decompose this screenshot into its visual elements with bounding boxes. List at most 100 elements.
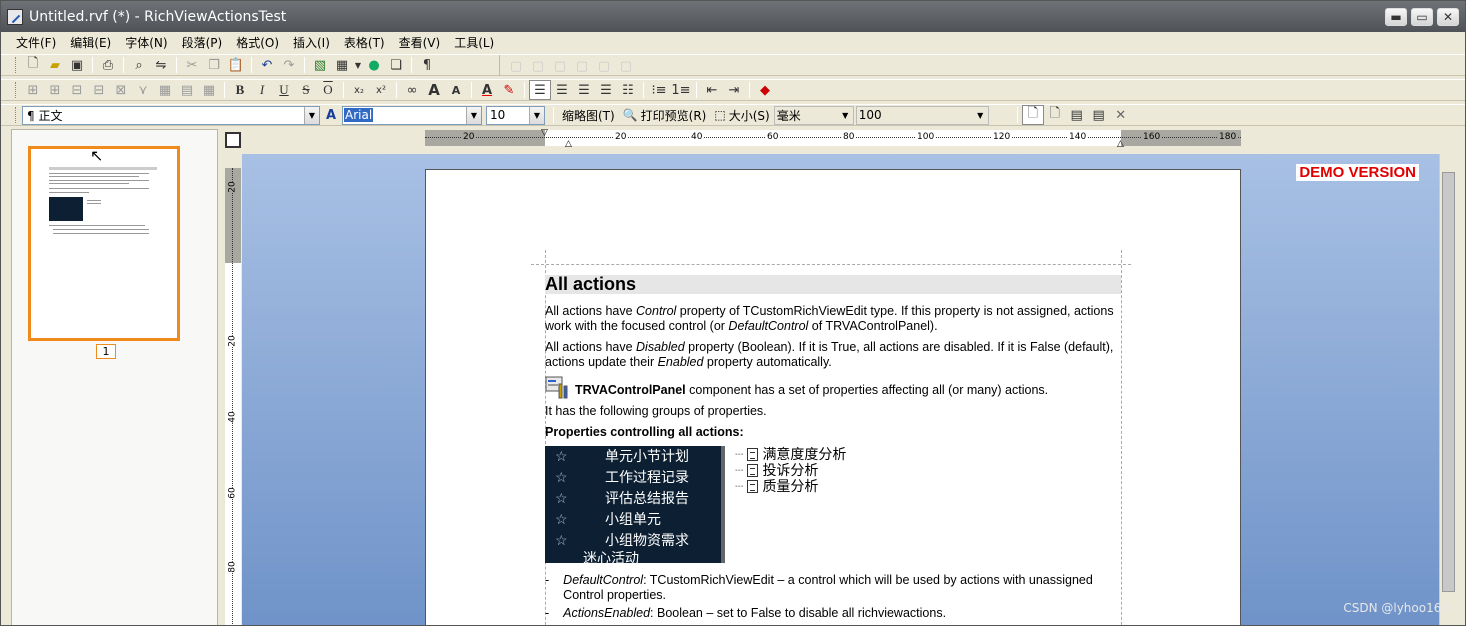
indent-marker-icon[interactable]: △: [1117, 139, 1124, 149]
grow-font-icon[interactable]: A: [423, 80, 445, 100]
font-name-select[interactable]: Arial ▼: [342, 105, 482, 125]
shrink-font-icon[interactable]: A: [445, 80, 467, 100]
print-icon[interactable]: ⎙: [97, 55, 119, 75]
close-preview-icon[interactable]: ✕: [1110, 105, 1132, 125]
numbering-icon[interactable]: 1≡: [670, 80, 692, 100]
maximize-button[interactable]: ▭: [1411, 7, 1433, 26]
new-file-icon[interactable]: 🗋: [22, 55, 44, 75]
open-folder-icon[interactable]: ▰: [44, 55, 66, 75]
font-style-icon[interactable]: A: [320, 105, 342, 125]
strikethrough-icon[interactable]: S: [295, 80, 317, 100]
menu-table[interactable]: 表格(T): [337, 34, 392, 51]
chevron-down-icon[interactable]: ▼: [466, 106, 481, 124]
indent-marker-icon[interactable]: ▽: [541, 128, 548, 138]
paragraph-style-select[interactable]: ¶ 正文 ▼: [22, 105, 320, 125]
list-item[interactable]: ☆ 小组单元: [545, 509, 721, 530]
align-left-icon[interactable]: ☰: [529, 80, 551, 100]
subscript-icon[interactable]: x₂: [348, 80, 370, 100]
list-item[interactable]: ☆ 评估总结报告: [545, 488, 721, 509]
document-viewport[interactable]: DEMO VERSION All actions All actions hav…: [242, 154, 1441, 625]
list-item[interactable]: ☆ 小组物资需求: [545, 530, 721, 551]
insert-table-icon[interactable]: ▦: [331, 55, 353, 75]
align-justify-icon[interactable]: ☰: [595, 80, 617, 100]
print-preview-button[interactable]: 🔍 打印预览(R): [619, 107, 711, 124]
underline-icon[interactable]: U: [273, 80, 295, 100]
menu-edit[interactable]: 编辑(E): [63, 34, 118, 51]
fill-color-icon[interactable]: ◆: [754, 80, 776, 100]
table-filter-icon[interactable]: ⋎: [132, 80, 154, 100]
tab-type-button[interactable]: [225, 132, 241, 148]
menu-file[interactable]: 文件(F): [9, 34, 63, 51]
horizontal-ruler[interactable]: 20 20 40 60 80 100 120 140 160 180 ▽ △ △: [425, 128, 1241, 149]
tree-item[interactable]: ┄ 投诉分析: [735, 462, 846, 478]
menu-view[interactable]: 查看(V): [392, 34, 448, 51]
tree-view[interactable]: ┄ 满意度度分析 ┄ 投诉分析 ┄ 质量分析: [735, 446, 846, 563]
menu-tools[interactable]: 工具(L): [447, 34, 501, 51]
save-icon[interactable]: ▣: [66, 55, 88, 75]
chevron-down-icon[interactable]: ▼: [973, 107, 988, 124]
vertical-ruler[interactable]: 20 20 40 60 80: [225, 168, 241, 625]
page-thumbnail[interactable]: [28, 146, 180, 341]
chevron-down-icon[interactable]: ▼: [353, 55, 363, 75]
menu-format[interactable]: 格式(O): [229, 34, 286, 51]
document-content[interactable]: All actions All actions have Control pro…: [545, 275, 1121, 621]
table-split-icon[interactable]: ⊟: [88, 80, 110, 100]
scrollbar-thumb[interactable]: [1442, 172, 1455, 592]
undo-icon[interactable]: ↶: [256, 55, 278, 75]
font-color-icon[interactable]: A: [476, 80, 498, 100]
indent-marker-icon[interactable]: △: [565, 139, 572, 149]
table-insert-col-icon[interactable]: ⊞: [44, 80, 66, 100]
table-grid-icon[interactable]: ▦: [154, 80, 176, 100]
replace-icon[interactable]: ⇋: [150, 55, 172, 75]
insert-file-icon[interactable]: ❏: [385, 55, 407, 75]
list-item[interactable]: 迷心活动: [545, 551, 721, 563]
menu-font[interactable]: 字体(N): [118, 34, 174, 51]
table-merge-icon[interactable]: ⊟: [66, 80, 88, 100]
font-size-select[interactable]: 10 ▼: [486, 105, 545, 125]
page-size-button[interactable]: ⬚ 大小(S): [710, 107, 773, 124]
minimize-button[interactable]: ▬: [1385, 7, 1407, 26]
tree-item[interactable]: ┄ 质量分析: [735, 478, 846, 494]
list-item[interactable]: ☆ 单元小节计划: [545, 446, 721, 467]
highlight-icon[interactable]: ✎: [498, 80, 520, 100]
page-view-icon[interactable]: 🗋: [1021, 105, 1044, 125]
decrease-indent-icon[interactable]: ⇤: [701, 80, 723, 100]
copy-icon[interactable]: ❐: [203, 55, 225, 75]
table-props-icon[interactable]: ▤: [176, 80, 198, 100]
table-insert-row-icon[interactable]: ⊞: [22, 80, 44, 100]
footer-icon[interactable]: ▤: [1088, 105, 1110, 125]
redo-icon[interactable]: ↷: [278, 55, 300, 75]
chevron-down-icon[interactable]: ▼: [529, 106, 544, 124]
show-special-chars-icon[interactable]: ¶: [416, 55, 438, 75]
align-distribute-icon[interactable]: ☷: [617, 80, 639, 100]
insert-picture-icon[interactable]: ▧: [309, 55, 331, 75]
tree-item[interactable]: ┄ 满意度度分析: [735, 446, 846, 462]
menu-insert[interactable]: 插入(I): [286, 34, 337, 51]
find-icon[interactable]: ⌕: [128, 55, 150, 75]
align-center-icon[interactable]: ☰: [551, 80, 573, 100]
table-cells-icon[interactable]: ▦: [198, 80, 220, 100]
chevron-down-icon[interactable]: ▼: [838, 107, 853, 124]
thumbnails-button[interactable]: 缩略图(T): [558, 107, 619, 124]
superscript-icon[interactable]: x²: [370, 80, 392, 100]
dark-list[interactable]: ☆ 单元小节计划 ☆ 工作过程记录 ☆ 评估总结报告 ☆ 小组单元 ☆ 小组物资需求 迷心…: [545, 446, 725, 563]
table-delete-icon[interactable]: ⊠: [110, 80, 132, 100]
increase-indent-icon[interactable]: ⇥: [723, 80, 745, 100]
bold-icon[interactable]: B: [229, 80, 251, 100]
align-right-icon[interactable]: ☰: [573, 80, 595, 100]
close-button[interactable]: ✕: [1437, 7, 1459, 26]
overline-icon[interactable]: O: [317, 80, 339, 100]
italic-icon[interactable]: I: [251, 80, 273, 100]
cut-icon[interactable]: ✂: [181, 55, 203, 75]
unit-select[interactable]: 毫米 ▼: [773, 105, 854, 125]
zoom-select[interactable]: 100 ▼: [855, 105, 989, 125]
paste-icon[interactable]: 📋: [225, 55, 247, 75]
page-width-icon[interactable]: 🗋: [1044, 105, 1066, 125]
menu-paragraph[interactable]: 段落(P): [175, 34, 230, 51]
vertical-scrollbar[interactable]: [1439, 154, 1457, 625]
hide-text-icon[interactable]: ∞: [401, 80, 423, 100]
chevron-down-icon[interactable]: ▼: [304, 106, 319, 124]
hyperlink-icon[interactable]: ●: [363, 55, 385, 75]
header-icon[interactable]: ▤: [1066, 105, 1088, 125]
list-item[interactable]: ☆ 工作过程记录: [545, 467, 721, 488]
